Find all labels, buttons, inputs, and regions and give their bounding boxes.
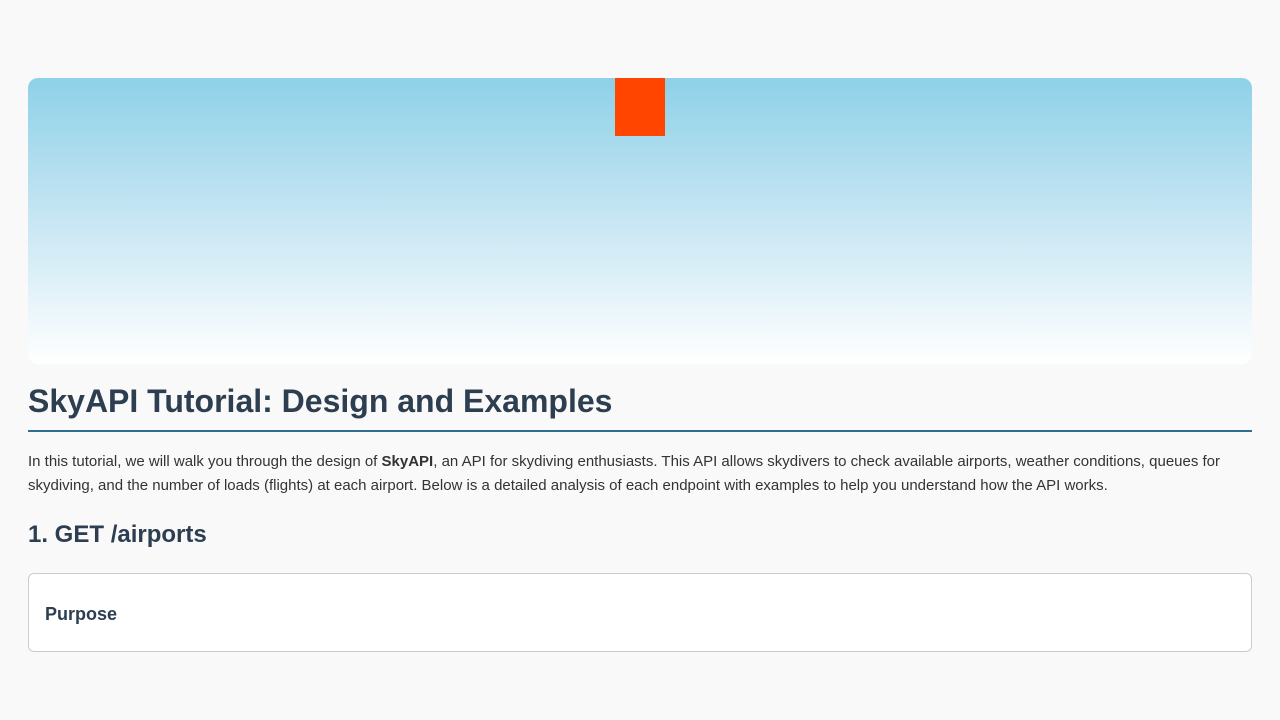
parachute-icon bbox=[615, 78, 665, 136]
section-heading-airports: 1. GET /airports bbox=[28, 516, 1252, 554]
page-title: SkyAPI Tutorial: Design and Examples bbox=[28, 382, 1252, 420]
intro-api-name: SkyAPI bbox=[382, 453, 434, 470]
card-subheading-purpose: Purpose bbox=[45, 600, 1235, 629]
hero-banner bbox=[28, 78, 1252, 364]
title-divider bbox=[28, 430, 1252, 432]
intro-text-prefix: In this tutorial, we will walk you throu… bbox=[28, 453, 382, 470]
endpoint-card: Purpose bbox=[28, 573, 1252, 652]
intro-paragraph: In this tutorial, we will walk you throu… bbox=[28, 450, 1252, 498]
